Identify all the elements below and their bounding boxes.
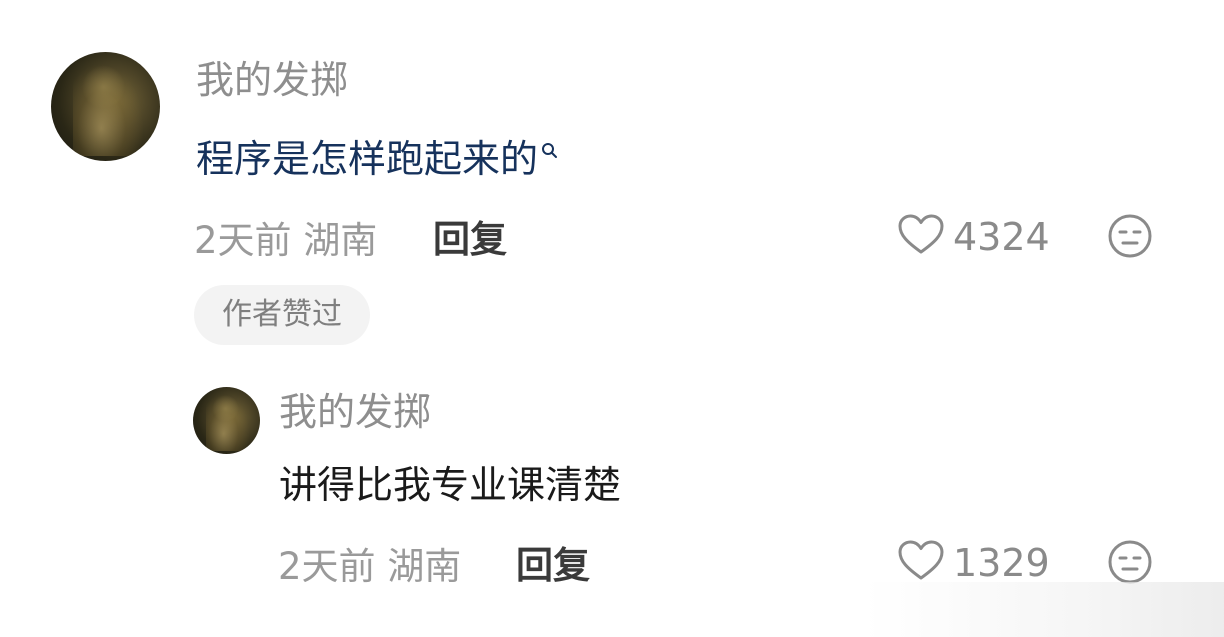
like-count: 4324 xyxy=(953,215,1050,259)
search-icon[interactable] xyxy=(540,140,560,168)
heart-outline-icon[interactable] xyxy=(897,214,945,260)
reply-meta: 2天前 湖南 xyxy=(278,548,461,585)
heart-outline-icon[interactable] xyxy=(897,540,945,586)
neutral-face-icon[interactable] xyxy=(1107,213,1153,263)
reply-like-button[interactable]: 1329 xyxy=(897,540,1050,586)
comment-meta: 2天前 湖南 xyxy=(194,222,377,259)
avatar[interactable] xyxy=(51,52,160,161)
comment-location: 湖南 xyxy=(303,219,378,262)
comment-username[interactable]: 我的发掷 xyxy=(196,61,348,99)
reply-button[interactable]: 回复 xyxy=(433,221,507,258)
like-button[interactable]: 4324 xyxy=(897,214,1050,260)
reply-username[interactable]: 我的发掷 xyxy=(279,393,431,431)
bottom-fade-overlay xyxy=(864,582,1224,637)
author-liked-badge: 作者赞过 xyxy=(194,285,370,345)
reply-location: 湖南 xyxy=(387,545,462,588)
reply-button-2[interactable]: 回复 xyxy=(516,547,590,584)
reply-text[interactable]: 讲得比我专业课清楚 xyxy=(279,466,621,504)
comment-text[interactable]: 程序是怎样跑起来的 xyxy=(196,140,560,178)
comment-time: 2天前 xyxy=(194,219,292,262)
reply-time: 2天前 xyxy=(278,545,376,588)
comment-text-label[interactable]: 程序是怎样跑起来的 xyxy=(196,137,538,181)
reply-avatar[interactable] xyxy=(193,387,260,454)
reply-like-count: 1329 xyxy=(953,541,1050,585)
